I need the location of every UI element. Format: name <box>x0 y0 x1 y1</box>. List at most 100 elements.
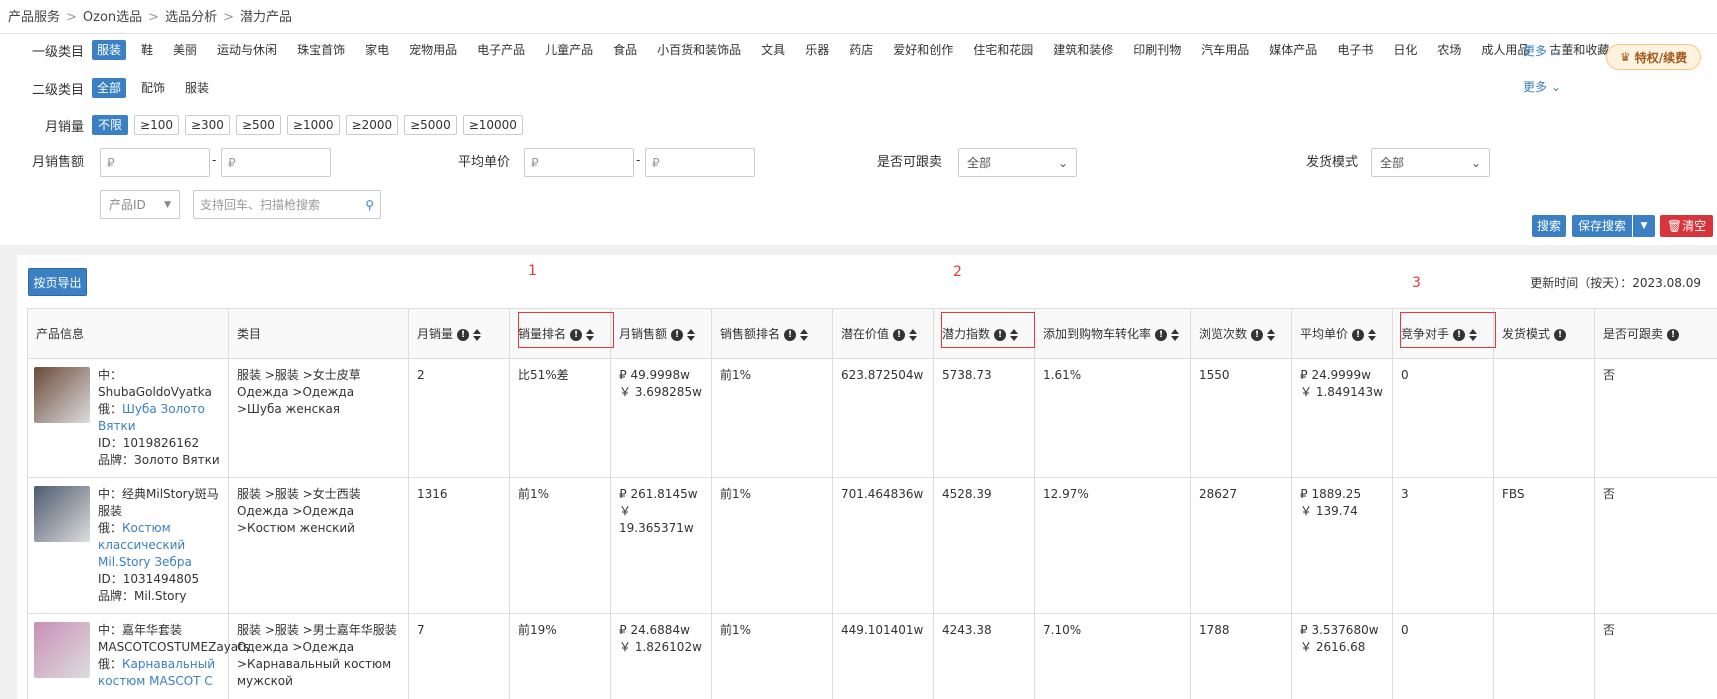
filter-chip[interactable]: 爱好和创作 <box>888 40 958 60</box>
filter-chip[interactable]: 儿童产品 <box>540 40 598 60</box>
filter-chip[interactable]: 电子产品 <box>472 40 530 60</box>
column-header[interactable]: 浏览次数! <box>1190 308 1292 359</box>
filter-chip[interactable]: 运动与休闲 <box>212 40 282 60</box>
filter-chip[interactable]: 服装 <box>180 78 214 98</box>
amount-min-input[interactable]: ₽ <box>100 148 210 177</box>
amount-rub: ₽ 24.6884w <box>619 623 690 637</box>
filter-chip[interactable]: 汽车用品 <box>1196 40 1254 60</box>
product-thumbnail[interactable] <box>34 367 90 423</box>
clear-button[interactable]: 🗑清空 <box>1660 215 1713 237</box>
cart-rate-cell: 1.61% <box>1034 358 1191 478</box>
export-page-button[interactable]: 按页导出 <box>28 268 87 296</box>
filter-chip[interactable]: 全部 <box>92 78 127 98</box>
info-icon[interactable]: ! <box>457 328 470 341</box>
filter-chip[interactable]: ≥100 <box>134 115 179 135</box>
filter-chip[interactable]: 配饰 <box>136 78 170 98</box>
filter-chip[interactable]: 宠物用品 <box>404 40 462 60</box>
filter-chip[interactable]: 鞋 <box>136 40 158 60</box>
column-header[interactable]: 月销量! <box>408 308 510 359</box>
product-brand: 品牌：Mil.Story <box>98 589 187 603</box>
competitors-cell: 0 <box>1392 613 1494 699</box>
filter-chip[interactable]: ≥1000 <box>286 115 340 135</box>
filter-chip[interactable]: 文具 <box>756 40 790 60</box>
filter-chip[interactable]: 小百货和装饰品 <box>652 40 746 60</box>
info-icon[interactable]: ! <box>784 328 797 341</box>
info-icon[interactable]: ! <box>671 328 684 341</box>
potential-index: 4243.38 <box>942 623 992 637</box>
filter-chip[interactable]: ≥5000 <box>404 115 457 135</box>
column-header[interactable]: 月销售额! <box>610 308 712 359</box>
vip-renew-button[interactable]: ♛ 特权/续费 <box>1606 44 1701 70</box>
filter-chip[interactable]: 服装 <box>92 40 127 60</box>
info-icon[interactable]: ! <box>1667 328 1680 341</box>
price-min-input[interactable]: ₽ <box>524 148 634 177</box>
info-icon[interactable]: ! <box>893 328 906 341</box>
sort-icon[interactable] <box>1267 328 1276 341</box>
update-time: 更新时间（按天）：2023.08.09 <box>1530 276 1701 290</box>
sort-icon[interactable] <box>1368 328 1377 341</box>
filter-chip[interactable]: 不限 <box>92 115 129 135</box>
sort-icon[interactable] <box>909 328 918 341</box>
ship-mode-select[interactable]: 全部 ⌄ <box>1371 148 1490 177</box>
column-header[interactable]: 潜在价值! <box>832 308 934 359</box>
sort-icon[interactable] <box>800 328 809 341</box>
potential-value-cell: 701.464836w <box>832 477 934 614</box>
breadcrumb-item[interactable]: 产品服务 <box>8 10 60 25</box>
product-thumbnail[interactable] <box>34 622 90 678</box>
amount-label: 月销售额 <box>31 155 84 170</box>
filter-chip[interactable]: 住宅和花园 <box>968 40 1038 60</box>
filter-chip[interactable]: 电子书 <box>1332 40 1378 60</box>
save-search-button[interactable]: 保存搜索 <box>1572 215 1632 237</box>
search-input[interactable]: 支持回车、扫描枪搜索 ⚲ <box>193 190 381 219</box>
sort-icon[interactable] <box>687 328 696 341</box>
filter-chip[interactable]: ≥300 <box>184 115 230 135</box>
sort-icon[interactable] <box>473 328 482 341</box>
price-max-input[interactable]: ₽ <box>645 148 755 177</box>
filter-chip[interactable]: 乐器 <box>800 40 834 60</box>
filter-chip[interactable]: 珠宝首饰 <box>292 40 350 60</box>
product-thumbnail[interactable] <box>34 486 90 542</box>
breadcrumb-item[interactable]: Ozon选品 <box>83 10 142 25</box>
filter-chip[interactable]: ≥10000 <box>462 115 523 135</box>
filter-chip[interactable]: 农场 <box>1432 40 1466 60</box>
amount-cny: ￥ 3.698285w <box>619 385 702 399</box>
filter-chip[interactable]: 媒体产品 <box>1264 40 1322 60</box>
amount-max-input[interactable]: ₽ <box>221 148 331 177</box>
filter-chip[interactable]: ≥2000 <box>345 115 399 135</box>
sales-rank: 前19% <box>518 623 557 637</box>
column-header[interactable]: 添加到购物车转化率! <box>1034 308 1191 359</box>
filter-chip[interactable]: 印刷刊物 <box>1128 40 1186 60</box>
save-search-dropdown[interactable]: ▼ <box>1633 215 1655 237</box>
breadcrumb-item[interactable]: 选品分析 <box>165 10 217 25</box>
filter-chip[interactable]: 日化 <box>1388 40 1422 60</box>
column-header[interactable]: 销售额排名! <box>711 308 833 359</box>
search-button[interactable]: 搜索 <box>1532 215 1566 237</box>
annotation-number-2: 2 <box>953 264 962 280</box>
cat1-more-link[interactable]: 更多 ⌄ <box>1523 42 1561 59</box>
sort-icon[interactable] <box>1171 328 1180 341</box>
filter-chip[interactable]: ≥500 <box>235 115 281 135</box>
filter-chip[interactable]: 家电 <box>360 40 394 60</box>
filter-chip[interactable]: 建筑和装修 <box>1048 40 1118 60</box>
table-row[interactable]: 中：经典MilStory斑马服装 俄：Костюм классический Mi… <box>27 477 1717 614</box>
ship-mode: FBS <box>1502 487 1525 501</box>
id-type-select[interactable]: 产品ID ▼ <box>100 190 180 219</box>
cat2-more-link[interactable]: 更多 ⌄ <box>1523 78 1561 95</box>
filter-chip[interactable]: 食品 <box>608 40 642 60</box>
amount-cell: ₽ 261.8145w ￥ 19.365371w <box>610 477 712 614</box>
column-header[interactable]: 平均单价! <box>1291 308 1393 359</box>
filter-chip[interactable]: 药店 <box>844 40 878 60</box>
table-row[interactable]: 中：嘉年华套装MASCOTCOSTUMEZayats 俄：Карнавальный… <box>27 613 1717 699</box>
trash-icon: 🗑 <box>1666 219 1683 233</box>
table-row[interactable]: 中：ShubaGoldoVyatka 俄：Шуба Золото Вятки ID：… <box>27 358 1717 478</box>
info-icon[interactable]: ! <box>1352 328 1365 341</box>
competitors: 0 <box>1401 623 1409 637</box>
product-id: ID：1019826162 <box>98 436 200 450</box>
info-icon[interactable]: ! <box>1155 328 1168 341</box>
category-cell: 服装 >服装 >女士皮草 Одежда >Одежда >Шуба женская <box>228 358 409 478</box>
followable-select[interactable]: 全部 ⌄ <box>958 148 1077 177</box>
search-icon[interactable]: ⚲ <box>365 198 374 212</box>
filter-chip[interactable]: 美丽 <box>168 40 202 60</box>
info-icon[interactable]: ! <box>1554 328 1567 341</box>
info-icon[interactable]: ! <box>1251 328 1264 341</box>
